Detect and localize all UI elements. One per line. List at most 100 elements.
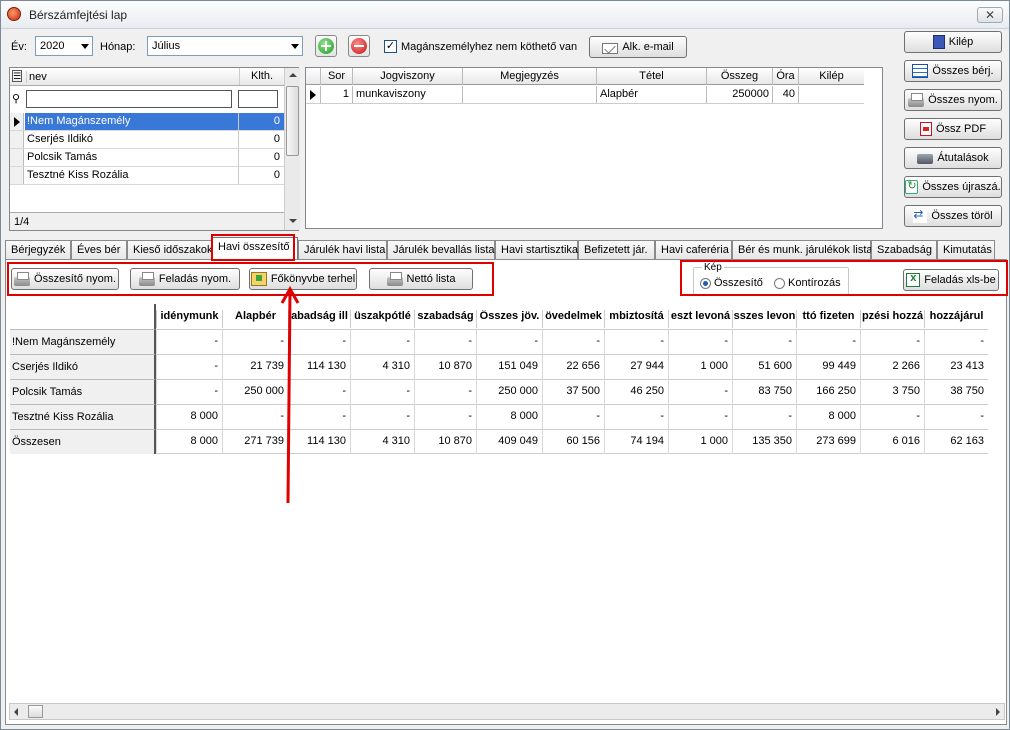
items-cell-jogviszony[interactable]: munkaviszony: [352, 86, 462, 103]
summary-cell: -: [660, 335, 664, 347]
summary-cell: -: [214, 335, 218, 347]
summary-button-1[interactable]: Összesítő nyom.: [11, 268, 119, 290]
title-bar: Bérszámfejtési lap ✕: [1, 1, 1009, 29]
summary-grid-line: [924, 404, 925, 429]
summary-horizontal-scrollbar[interactable]: [9, 703, 1005, 720]
row-selector[interactable]: [10, 149, 24, 166]
scroll-thumb[interactable]: [28, 705, 43, 718]
summary-grid-line: [476, 429, 477, 454]
tab-11[interactable]: Szabadság: [871, 240, 937, 259]
summary-column-header[interactable]: eszt levoná: [668, 310, 732, 328]
summary-cell: 250 000: [244, 385, 284, 397]
scroll-right-icon[interactable]: [996, 708, 1000, 716]
klth-filter-input[interactable]: [238, 90, 278, 108]
tab-2[interactable]: Éves bér: [71, 240, 127, 259]
month-select[interactable]: Július: [147, 36, 303, 56]
radio-summary-label[interactable]: Összesítő: [714, 277, 763, 289]
side-button-4[interactable]: Össz PDF: [904, 118, 1002, 140]
tab-4[interactable]: Havi összesítő: [212, 237, 298, 259]
row-selector[interactable]: [10, 131, 24, 148]
column-header-tetel[interactable]: Tétel: [596, 68, 706, 85]
remove-button[interactable]: [348, 35, 370, 57]
employee-row[interactable]: Cserjés Ildikó 0: [10, 131, 284, 149]
summary-button-3[interactable]: Főkönyvbe terhel: [249, 268, 357, 290]
scroll-left-icon[interactable]: [14, 708, 18, 716]
items-cell-megjegyzes[interactable]: [462, 86, 596, 103]
summary-column-header[interactable]: mbiztosítá: [604, 310, 668, 328]
side-button-2[interactable]: Összes bérj.: [904, 60, 1002, 82]
name-filter-input[interactable]: [26, 90, 232, 108]
radio-accounting-label[interactable]: Kontírozás: [788, 277, 841, 289]
items-cell-tetel[interactable]: Alapbér: [596, 86, 706, 103]
row-selector[interactable]: [10, 167, 24, 184]
summary-cell: -: [406, 410, 410, 422]
summary-grid-line: [222, 429, 223, 454]
side-button-5[interactable]: Átutalások: [904, 147, 1002, 169]
tab-5[interactable]: Járulék havi lista: [298, 240, 387, 259]
minus-icon: [351, 38, 367, 54]
items-cell-ora[interactable]: 40: [772, 86, 798, 103]
employee-row[interactable]: !Nem Magánszemély 0: [10, 113, 284, 131]
export-xls-button[interactable]: Feladás xls-be: [903, 269, 999, 291]
summary-column-header[interactable]: övedelmek: [542, 310, 604, 328]
side-button-6[interactable]: Összes újraszá.: [904, 176, 1002, 198]
column-header-jogviszony[interactable]: Jogviszony: [352, 68, 462, 85]
year-select[interactable]: 2020: [35, 36, 93, 56]
scroll-up-icon[interactable]: [289, 73, 297, 77]
summary-cell: -: [468, 410, 472, 422]
radio-summary[interactable]: [700, 278, 711, 289]
summary-cell: -: [852, 335, 856, 347]
summary-grid-line: [156, 429, 157, 454]
column-header-ora[interactable]: Óra: [772, 68, 798, 85]
employee-list-scrollbar[interactable]: [284, 68, 300, 230]
no-person-checkbox[interactable]: ✓: [384, 40, 397, 53]
items-cell-sor[interactable]: 1: [320, 86, 352, 103]
summary-column-header[interactable]: üszakpótlé: [350, 310, 414, 328]
employee-klth: 0: [238, 149, 284, 166]
column-header-klth[interactable]: Klth.: [239, 68, 284, 85]
summary-grid-line: [542, 429, 543, 454]
items-row[interactable]: 1 munkaviszony Alapbér 250000 40: [306, 86, 864, 104]
summary-cell: -: [660, 410, 664, 422]
radio-accounting[interactable]: [774, 278, 785, 289]
tab-12[interactable]: Kimutatás: [937, 240, 995, 259]
column-header-kilep[interactable]: Kilép: [798, 68, 864, 85]
summary-column-header[interactable]: pzési hozzá: [860, 310, 924, 328]
email-button[interactable]: Alk. e-mail: [589, 36, 687, 58]
employee-row[interactable]: Polcsik Tamás 0: [10, 149, 284, 167]
items-cell-kilep[interactable]: [798, 86, 864, 103]
column-header-megjegyzes[interactable]: Megjegyzés: [462, 68, 596, 85]
grid-menu-icon[interactable]: ☰: [12, 70, 22, 82]
tab-1[interactable]: Bérjegyzék: [5, 240, 71, 259]
tab-10[interactable]: Bér és munk. járulékok lista: [732, 240, 873, 259]
items-cell-osszeg[interactable]: 250000: [706, 86, 772, 103]
side-button-3[interactable]: Összes nyom.: [904, 89, 1002, 111]
summary-column-header[interactable]: idénymunk: [156, 310, 222, 328]
summary-grid-line: [542, 404, 543, 429]
tab-8[interactable]: Befizetett jár.: [578, 240, 655, 259]
window-title: Bérszámfejtési lap: [29, 8, 128, 22]
close-button[interactable]: ✕: [977, 7, 1003, 23]
summary-button-4[interactable]: Nettó lista: [369, 268, 473, 290]
scroll-thumb[interactable]: [286, 86, 299, 156]
employee-row[interactable]: Teszt­né Kiss Rozália 0: [10, 167, 284, 185]
column-header-sor[interactable]: Sor: [320, 68, 352, 85]
summary-grid-line: [156, 379, 157, 404]
tab-6[interactable]: Járulék bevallás lista: [387, 240, 495, 259]
scroll-down-icon[interactable]: [289, 219, 297, 223]
column-header-osszeg[interactable]: Összeg: [706, 68, 772, 85]
tab-9[interactable]: Havi caferéria: [655, 240, 732, 259]
summary-column-header[interactable]: sszes levon: [732, 310, 796, 328]
summary-column-header[interactable]: szabadság: [414, 310, 476, 328]
side-button-7[interactable]: Összes töröl: [904, 205, 1002, 227]
summary-column-header[interactable]: Összes jöv.: [476, 310, 542, 328]
add-button[interactable]: [315, 35, 337, 57]
summary-button-2[interactable]: Feladás nyom.: [130, 268, 240, 290]
summary-column-header[interactable]: hozzájárul: [924, 310, 988, 328]
column-header-name[interactable]: nev: [26, 71, 47, 83]
summary-column-header[interactable]: ttó fizeten: [796, 310, 860, 328]
side-button-1[interactable]: Kilép: [904, 31, 1002, 53]
side-button-label: Kilép: [948, 36, 974, 48]
tab-7[interactable]: Havi startisztika: [495, 240, 578, 259]
tab-3[interactable]: Kieső időszakok: [127, 240, 213, 259]
